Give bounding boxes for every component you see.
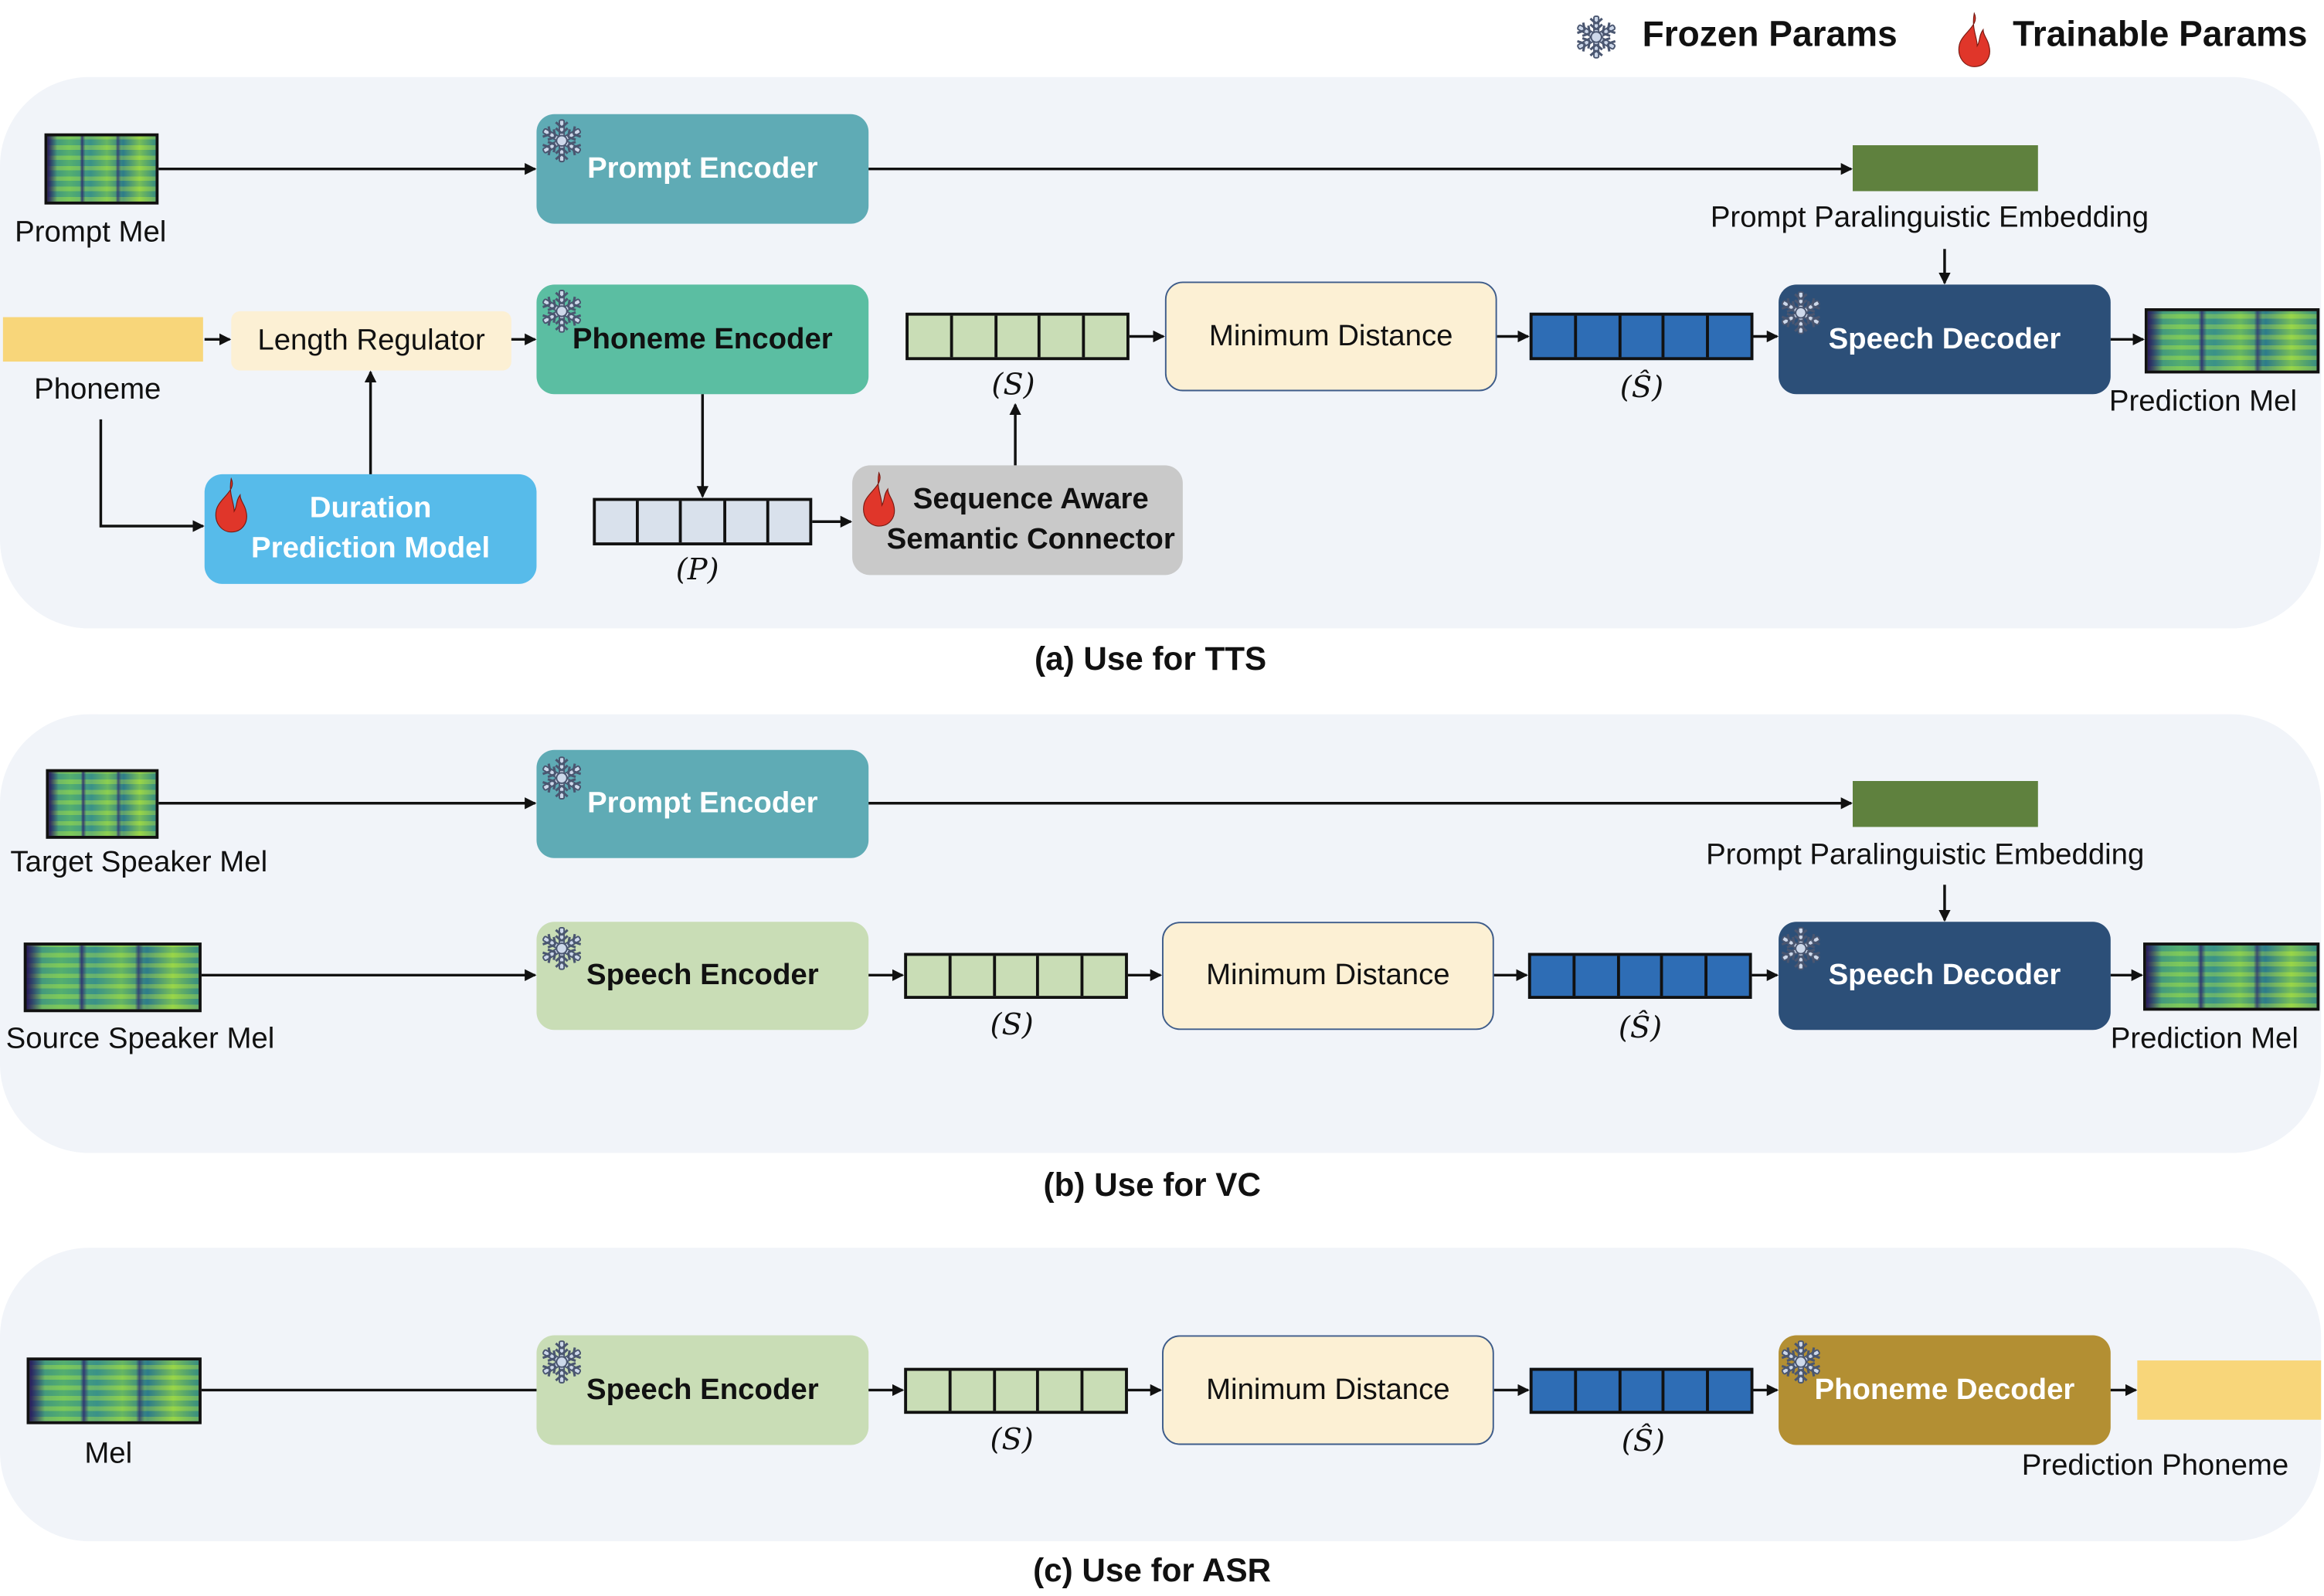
arrow-phoneme-to-duration-model <box>99 419 205 532</box>
diagram-canvas: Frozen Params Trainable Params Prompt Me… <box>0 0 2324 1596</box>
connector-arrows <box>99 163 2145 1397</box>
